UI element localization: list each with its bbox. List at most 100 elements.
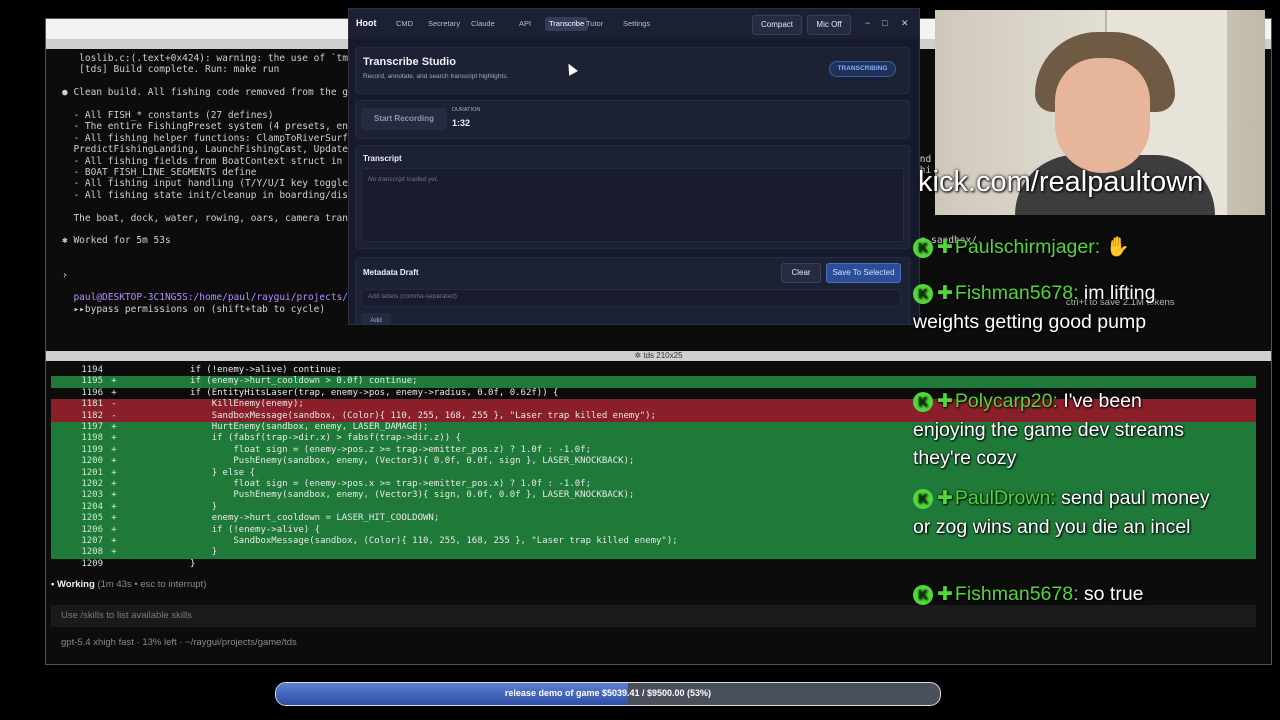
studio-title: Transcribe Studio: [363, 56, 456, 68]
maximize-icon[interactable]: □: [882, 18, 887, 28]
save-to-selected-button[interactable]: Save To Selected: [826, 263, 901, 283]
close-icon[interactable]: ✕: [901, 18, 909, 29]
chat-message: K ✚ Fishman5678: so true: [913, 580, 1213, 609]
chat-text: ✋: [1100, 236, 1130, 258]
kick-badge-icon: K: [913, 488, 933, 509]
studio-subtitle: Record, annotate, and search transcript …: [363, 73, 509, 80]
sub-badge-icon: ✚: [937, 488, 953, 509]
diff-sign: +: [111, 501, 117, 512]
line-number: 1203: [81, 490, 103, 501]
line-number: 1196: [81, 387, 103, 398]
diff-line: 1194 if (!enemy->alive) continue;: [51, 365, 1256, 376]
hoot-window: Hoot CMD Secretary Claude API Transcribe Tuto…: [348, 8, 920, 325]
working-status: • Working (1m 43s • esc to interrupt): [51, 579, 207, 590]
diff-sign: [103, 559, 125, 570]
diff-sign: +: [111, 524, 117, 535]
minimize-icon[interactable]: −: [865, 18, 870, 28]
diff-code: PushEnemy(sandbox, enemy, (Vector3){ sig…: [125, 490, 635, 501]
diff-code: }: [125, 558, 196, 569]
duration-value: 1:32: [452, 118, 471, 128]
terminal-line: - All FISH_* constants (27 defines): [62, 110, 274, 121]
status-line: gpt-5.4 xhigh fast · 13% left · ~/raygui…: [61, 637, 297, 648]
terminal-line: loslib.c:(.text+0x424): warning: the use…: [62, 53, 348, 64]
diff-code: SandboxMessage(sandbox, (Color){ 110, 25…: [125, 410, 657, 421]
diff-sign: [103, 365, 125, 376]
line-number: 1201: [81, 467, 103, 478]
terminal-line: The boat, dock, water, rowing, oars, cam…: [62, 212, 360, 224]
terminal-line: - All fishing input handling (T/Y/U/I ke…: [62, 178, 360, 190]
diff-code: if (enemy->hurt_cooldown > 0.0f) continu…: [125, 376, 418, 387]
diff-code: enemy->hurt_cooldown = LASER_HIT_COOLDOW…: [125, 513, 440, 524]
diff-code: HurtEnemy(sandbox, enemy, LASER_DAMAGE);: [125, 422, 429, 432]
status-badge: TRANSCRIBING: [829, 61, 896, 77]
terminal-line: ✱ Worked for 5m 53s: [62, 235, 171, 247]
line-number: 1204: [81, 501, 103, 512]
nav-tab-secretary[interactable]: Secretary: [424, 17, 464, 31]
diff-code: if (!enemy->alive) {: [125, 524, 321, 535]
hoot-navbar: Hoot CMD Secretary Claude API Transcribe Tuto…: [349, 9, 919, 39]
terminal-line: ›: [62, 269, 68, 281]
recording-card: Start Recording DURATION 1:32: [355, 100, 910, 139]
diff-sign: +: [111, 422, 117, 432]
chat-username: PaulDrown:: [954, 487, 1056, 509]
chat-message: K ✚ Polycarp20: I've been enjoying the gam…: [913, 387, 1213, 472]
sub-badge-icon: ✚: [937, 237, 953, 258]
diff-sign: +: [111, 433, 117, 444]
terminal-line: - BOAT_FISH_LINE_SEGMENTS define: [62, 167, 257, 178]
diff-sign: -: [111, 410, 117, 421]
line-number: 1197: [81, 422, 103, 432]
diff-sign: +: [111, 513, 117, 524]
diff-line: 1209 }: [51, 559, 1256, 570]
terminal-line: ▸▸bypass permissions on (shift+tab to cy…: [62, 303, 326, 315]
line-number: 1205: [81, 513, 103, 524]
nav-tab-settings[interactable]: Settings: [619, 17, 654, 31]
diff-sign: +: [111, 444, 117, 455]
line-number: 1207: [81, 536, 103, 546]
mic-toggle-button[interactable]: Mic Off: [807, 15, 851, 35]
diff-code: PushEnemy(sandbox, enemy, (Vector3){ 0.0…: [125, 456, 635, 467]
line-number: 1200: [81, 456, 103, 467]
chat-username: Polycarp20:: [954, 390, 1058, 412]
diff-line: 1208 + }: [51, 547, 1256, 559]
kick-badge-icon: K: [913, 391, 933, 412]
stream-url: kick.com/realpaultown: [918, 166, 1204, 198]
kick-badge-icon: K: [913, 584, 933, 605]
diff-code: float sign = (enemy->pos.x >= trap->emit…: [125, 479, 591, 489]
diff-sign: +: [111, 479, 117, 489]
prompt-input[interactable]: Use /skills to list available skills: [61, 610, 192, 621]
chat-message: K ✚ Fishman5678: im lifting weights gettin…: [913, 279, 1213, 336]
nav-tab-claude[interactable]: Claude: [467, 17, 499, 31]
transcript-placeholder: No transcript loaded yet.: [368, 176, 439, 183]
nav-tab-api[interactable]: API: [515, 17, 535, 31]
metadata-title: Metadata Draft: [363, 268, 419, 277]
chat-username: Fishman5678:: [954, 583, 1079, 605]
labels-input[interactable]: Add labels (comma-separated): [361, 289, 901, 307]
diff-code: }: [125, 501, 218, 512]
diff-code: } else {: [125, 467, 256, 478]
diff-code: if (!enemy->alive) continue;: [125, 365, 342, 375]
line-number: 1182: [81, 410, 103, 421]
donation-goal-text: release demo of game $5039.41 / $9500.00…: [504, 688, 712, 698]
nav-tab-cmd[interactable]: CMD: [392, 17, 417, 31]
terminal-line: - All fishing helper functions: ClampToR…: [62, 132, 360, 144]
transcript-area[interactable]: No transcript loaded yet.: [361, 168, 904, 242]
pane-title: ✲ tds 210x25: [634, 351, 683, 360]
diff-sign: +: [111, 547, 117, 558]
compact-button[interactable]: Compact: [752, 15, 802, 35]
terminal-line: - All fishing fields from BoatContext st…: [62, 155, 360, 167]
diff-sign: -: [111, 399, 117, 410]
diff-sign: +: [111, 376, 117, 387]
diff-code: if (EntityHitsLaser(trap, enemy->pos, en…: [125, 387, 559, 398]
start-recording-button[interactable]: Start Recording: [361, 108, 447, 130]
transcript-card: Transcript No transcript loaded yet.: [355, 145, 910, 249]
chat-message: K ✚ PaulDrown: send paul money or zog wins…: [913, 484, 1213, 541]
diff-sign: +: [111, 456, 117, 467]
line-number: 1209: [81, 558, 103, 569]
nav-tab-tutor[interactable]: Tutor: [582, 17, 607, 31]
chat-username: Fishman5678:: [954, 282, 1079, 304]
line-number: 1181: [81, 399, 103, 410]
terminal-line: [tds] Build complete. Run: make run: [62, 64, 280, 76]
clear-button[interactable]: Clear: [781, 263, 821, 283]
add-label-button[interactable]: Add: [361, 313, 391, 324]
diff-sign: +: [111, 490, 117, 501]
